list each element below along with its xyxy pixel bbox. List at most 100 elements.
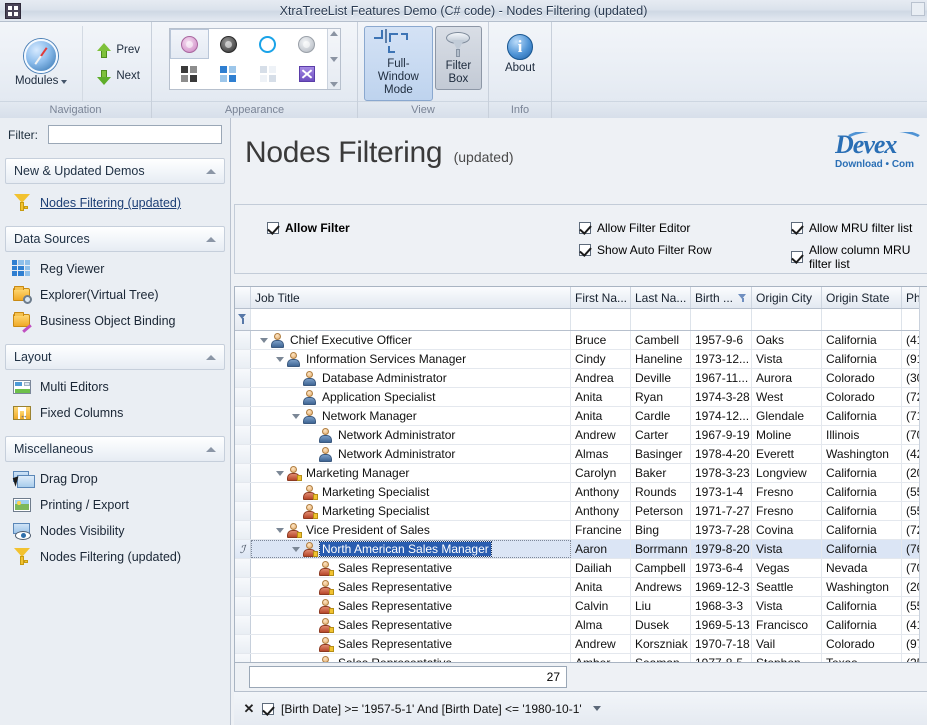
cell-job-title[interactable]: Marketing Manager bbox=[251, 464, 571, 482]
cell-job-title[interactable]: Information Services Manager bbox=[251, 350, 571, 368]
sidebar-item-explorer-virtual-tree[interactable]: Explorer(Virtual Tree) bbox=[0, 282, 230, 308]
row-indicator[interactable] bbox=[235, 426, 251, 444]
table-row[interactable]: Vice President of Sales Francine Bing 1973-… bbox=[235, 521, 927, 540]
cell-job-title[interactable]: Application Specialist bbox=[251, 388, 571, 406]
gallery-item-skin-blue-squares[interactable] bbox=[209, 59, 248, 89]
chevron-up-icon[interactable] bbox=[206, 354, 216, 360]
gallery-item-skin-black-squares[interactable] bbox=[170, 59, 209, 89]
search-input[interactable] bbox=[48, 125, 222, 144]
sidebar-item-reg-viewer[interactable]: Reg Viewer bbox=[0, 256, 230, 282]
column-header-origin-state[interactable]: Origin State bbox=[822, 287, 902, 308]
cell-first-name[interactable]: Andrew bbox=[571, 426, 631, 444]
table-row[interactable]: Information Services Manager Cindy Hanelin… bbox=[235, 350, 927, 369]
gallery-item-skin-metropolis-blue[interactable] bbox=[248, 29, 287, 59]
cell-origin-state[interactable]: California bbox=[822, 597, 902, 615]
filter-funnel-icon[interactable] bbox=[738, 293, 747, 302]
auto-filter-cell-last-name[interactable] bbox=[631, 309, 691, 330]
auto-filter-cell-origin-city[interactable] bbox=[752, 309, 822, 330]
expander-collapse-icon[interactable] bbox=[273, 350, 286, 368]
cell-job-title[interactable]: Sales Representative bbox=[251, 559, 571, 577]
cell-origin-state[interactable]: Nevada bbox=[822, 559, 902, 577]
cell-first-name[interactable]: Cindy bbox=[571, 350, 631, 368]
cell-origin-city[interactable]: Moline bbox=[752, 426, 822, 444]
cell-origin-state[interactable]: California bbox=[822, 521, 902, 539]
cell-origin-city[interactable]: Fresno bbox=[752, 483, 822, 501]
cell-job-title[interactable]: Sales Representative bbox=[251, 616, 571, 634]
row-indicator[interactable] bbox=[235, 388, 251, 406]
table-row[interactable]: Network Administrator Andrew Carter 1967-9-… bbox=[235, 426, 927, 445]
cell-birth-date[interactable]: 1978-4-20 bbox=[691, 445, 752, 463]
cell-job-title[interactable]: Sales Representative bbox=[251, 578, 571, 596]
cell-origin-state[interactable]: California bbox=[822, 464, 902, 482]
sidebar-item-multi-editors[interactable]: Multi Editors bbox=[0, 374, 230, 400]
scroll-up-icon[interactable] bbox=[329, 31, 338, 36]
cell-job-title[interactable]: Marketing Specialist bbox=[251, 502, 571, 520]
cell-last-name[interactable]: Dusek bbox=[631, 616, 691, 634]
cell-birth-date[interactable]: 1967-11... bbox=[691, 369, 752, 387]
cell-last-name[interactable]: Andrews bbox=[631, 578, 691, 596]
cell-first-name[interactable]: Alma bbox=[571, 616, 631, 634]
cell-origin-city[interactable]: Vail bbox=[752, 635, 822, 653]
cell-first-name[interactable]: Francine bbox=[571, 521, 631, 539]
gallery-item-skin-seven-silver[interactable] bbox=[287, 29, 326, 59]
gallery-scrollbar[interactable] bbox=[326, 29, 340, 89]
cell-first-name[interactable]: Calvin bbox=[571, 597, 631, 615]
treelist-body[interactable]: Chief Executive Officer Bruce Cambell 1957-… bbox=[235, 331, 927, 662]
row-indicator[interactable] bbox=[235, 502, 251, 520]
cell-birth-date[interactable]: 1973-1-4 bbox=[691, 483, 752, 501]
cell-first-name[interactable]: Anthony bbox=[571, 502, 631, 520]
cell-origin-city[interactable]: Vegas bbox=[752, 559, 822, 577]
cell-birth-date[interactable]: 1967-9-19 bbox=[691, 426, 752, 444]
skin-gallery[interactable] bbox=[168, 28, 341, 90]
row-indicator[interactable] bbox=[235, 407, 251, 425]
row-indicator[interactable] bbox=[235, 597, 251, 615]
cell-origin-city[interactable]: Fresno bbox=[752, 502, 822, 520]
column-header-origin-city[interactable]: Origin City bbox=[752, 287, 822, 308]
expander-collapse-icon[interactable] bbox=[273, 521, 286, 539]
sidebar-item-fixed-columns[interactable]: ↔ Fixed Columns bbox=[0, 400, 230, 426]
cell-origin-state[interactable]: Washington bbox=[822, 578, 902, 596]
cell-job-title[interactable]: North American Sales Manager bbox=[251, 540, 571, 558]
cell-origin-state[interactable]: California bbox=[822, 331, 902, 349]
allow-filter-checkbox[interactable]: Allow Filter bbox=[267, 221, 350, 235]
cell-origin-city[interactable]: Covina bbox=[752, 521, 822, 539]
cell-first-name[interactable]: Anita bbox=[571, 578, 631, 596]
row-indicator[interactable] bbox=[235, 483, 251, 501]
gallery-dropdown-icon[interactable] bbox=[329, 82, 338, 87]
table-row[interactable]: Sales Representative Calvin Liu 1968-3-3 Vis… bbox=[235, 597, 927, 616]
cell-origin-city[interactable]: Vista bbox=[752, 540, 822, 558]
cell-first-name[interactable]: Anita bbox=[571, 388, 631, 406]
cell-job-title[interactable]: Database Administrator bbox=[251, 369, 571, 387]
expander-collapse-icon[interactable] bbox=[289, 407, 302, 425]
cell-origin-city[interactable]: Vista bbox=[752, 350, 822, 368]
cell-job-title[interactable]: Chief Executive Officer bbox=[251, 331, 571, 349]
cell-first-name[interactable]: Bruce bbox=[571, 331, 631, 349]
allow-column-mru-filter-list-checkbox[interactable]: Allow column MRU filter list bbox=[791, 243, 927, 271]
scroll-down-icon[interactable] bbox=[329, 56, 338, 62]
auto-filter-cell-job-title[interactable] bbox=[251, 309, 571, 330]
cell-job-title[interactable]: Network Administrator bbox=[251, 426, 571, 444]
cell-job-title[interactable]: Sales Representative bbox=[251, 635, 571, 653]
cell-first-name[interactable]: Andrea bbox=[571, 369, 631, 387]
cell-origin-state[interactable]: Washington bbox=[822, 445, 902, 463]
table-row[interactable]: Sales Representative Anita Andrews 1969-12-… bbox=[235, 578, 927, 597]
table-row[interactable]: ℐ North American Sales Manager Aaron Borrma… bbox=[235, 540, 927, 559]
cell-job-title[interactable]: Sales Representative bbox=[251, 654, 571, 662]
column-header-last-name[interactable]: Last Na... bbox=[631, 287, 691, 308]
chevron-down-icon[interactable] bbox=[592, 706, 601, 711]
table-row[interactable]: Network Administrator Almas Basinger 1978-4… bbox=[235, 445, 927, 464]
sidebar-item-nodes-filtering[interactable]: Nodes Filtering (updated) bbox=[0, 544, 230, 570]
cell-first-name[interactable]: Anthony bbox=[571, 483, 631, 501]
row-indicator[interactable]: ℐ bbox=[235, 540, 251, 558]
show-auto-filter-row-checkbox[interactable]: Show Auto Filter Row bbox=[579, 243, 712, 257]
row-indicator[interactable] bbox=[235, 635, 251, 653]
cell-origin-state[interactable]: Texas bbox=[822, 654, 902, 662]
cell-first-name[interactable]: Carolyn bbox=[571, 464, 631, 482]
cell-first-name[interactable]: Aaron bbox=[571, 540, 631, 558]
cell-origin-state[interactable]: Colorado bbox=[822, 388, 902, 406]
cell-job-title[interactable]: Sales Representative bbox=[251, 597, 571, 615]
about-button[interactable]: i About bbox=[495, 30, 545, 79]
cell-birth-date[interactable]: 1969-12-3 bbox=[691, 578, 752, 596]
cell-birth-date[interactable]: 1968-3-3 bbox=[691, 597, 752, 615]
window-control-placeholder[interactable] bbox=[911, 2, 925, 16]
